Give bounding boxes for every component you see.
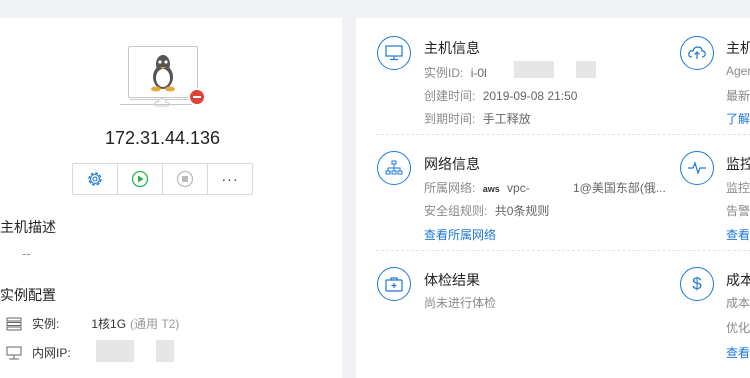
network-label: 所属网络: [424, 181, 476, 195]
network-region: 1@美国东部(俄... [573, 181, 666, 195]
aws-logo-icon: aws [482, 184, 500, 194]
redacted-instance-id [514, 61, 554, 78]
spec-value: 1核1G [91, 317, 127, 331]
agent-line2: 最新 [726, 89, 750, 103]
network-row: 所属网络: aws vpc- [424, 179, 530, 196]
instance-ip: 172.31.44.136 [104, 128, 221, 148]
more-button[interactable]: ··· [208, 164, 252, 194]
network-info-icon [377, 151, 411, 185]
monitor-title: 监控 [726, 156, 750, 172]
server-icon [6, 317, 22, 330]
host-info-icon [377, 36, 411, 70]
security-group-row: 安全组规则: 共0条规则 [424, 202, 549, 219]
private-ip-label: 内网IP: [32, 346, 71, 360]
created-value: 2019-09-08 21:50 [482, 89, 578, 103]
expire-value: 手工释放 [482, 112, 531, 126]
linux-monitor-icon [128, 46, 198, 98]
network-icon [6, 346, 22, 359]
network-value: vpc- [507, 181, 530, 195]
stopped-status-icon [188, 88, 206, 106]
monitor-stand-line [120, 104, 202, 105]
created-label: 创建时间: [424, 89, 476, 103]
health-check-status: 尚未进行体检 [424, 296, 497, 310]
view-network-link[interactable]: 查看所属网络 [424, 226, 496, 243]
security-group-value: 共0条规则 [494, 204, 550, 218]
network-info-title: 网络信息 [424, 156, 480, 172]
topology-icon [385, 160, 403, 175]
monitor-line1: 监控 [726, 181, 750, 195]
stop-icon [176, 170, 194, 188]
cost-title: 成本 [726, 272, 750, 288]
instance-summary-card: 172.31.44.136 ··· 主机描述 -- 实例配置 实例: 1核1G … [0, 18, 342, 378]
redacted-ip [96, 340, 134, 362]
section-divider [376, 134, 750, 135]
monitor-info-icon [680, 151, 714, 185]
host-info-title: 主机信息 [424, 40, 480, 56]
dollar-icon: $ [692, 274, 702, 293]
start-button[interactable] [118, 164, 163, 194]
agent-line1: Agen [726, 64, 750, 78]
section-divider [376, 250, 750, 251]
spec-sub: (通用 T2) [130, 317, 180, 331]
instance-id-label: 实例ID: [424, 66, 464, 80]
cost-info-icon: $ [680, 267, 714, 301]
instance-action-group: ··· [72, 163, 253, 195]
created-row: 创建时间: 2019-09-08 21:50 [424, 87, 577, 104]
expire-row: 到期时间: 手工释放 [424, 110, 531, 127]
agent-title: 主机 [726, 40, 750, 56]
health-check-icon [377, 267, 411, 301]
pulse-icon [688, 161, 706, 175]
cost-line2: 优化 [726, 321, 750, 335]
cloud-upload-icon [688, 46, 706, 59]
gear-icon [88, 172, 102, 186]
instance-details-card: 主机信息 实例ID: i-0l 创建时间: 2019-09-08 21:50 到… [356, 18, 750, 378]
cost-line1: 成本 [726, 296, 750, 310]
security-group-label: 安全组规则: [424, 204, 488, 218]
redacted-instance-id-part [576, 61, 596, 78]
medical-kit-icon [385, 277, 403, 292]
settings-button[interactable] [73, 164, 118, 194]
spec-row: 实例: 1核1G (通用 T2) [6, 315, 179, 332]
description-value: -- [22, 246, 31, 261]
cost-link[interactable]: 查看 [726, 344, 750, 361]
stop-button[interactable] [163, 164, 208, 194]
expire-label: 到期时间: [424, 112, 476, 126]
private-ip-row: 内网IP: [6, 344, 87, 361]
cloud-icon [154, 94, 170, 107]
description-title: 主机描述 [0, 219, 56, 235]
redacted-ip-part [156, 340, 174, 362]
instance-id-value: i-0l [470, 66, 487, 80]
monitor-link[interactable]: 查看 [726, 226, 750, 243]
agent-icon [680, 36, 714, 70]
instance-id-row: 实例ID: i-0l [424, 64, 487, 81]
health-check-title: 体检结果 [424, 272, 480, 288]
play-icon [131, 170, 149, 188]
config-title: 实例配置 [0, 287, 56, 303]
more-icon: ··· [221, 171, 239, 187]
agent-link[interactable]: 了解 [726, 110, 750, 127]
spec-label: 实例: [32, 317, 60, 331]
monitor-line2: 告警 [726, 204, 750, 218]
monitor-icon [385, 45, 403, 61]
